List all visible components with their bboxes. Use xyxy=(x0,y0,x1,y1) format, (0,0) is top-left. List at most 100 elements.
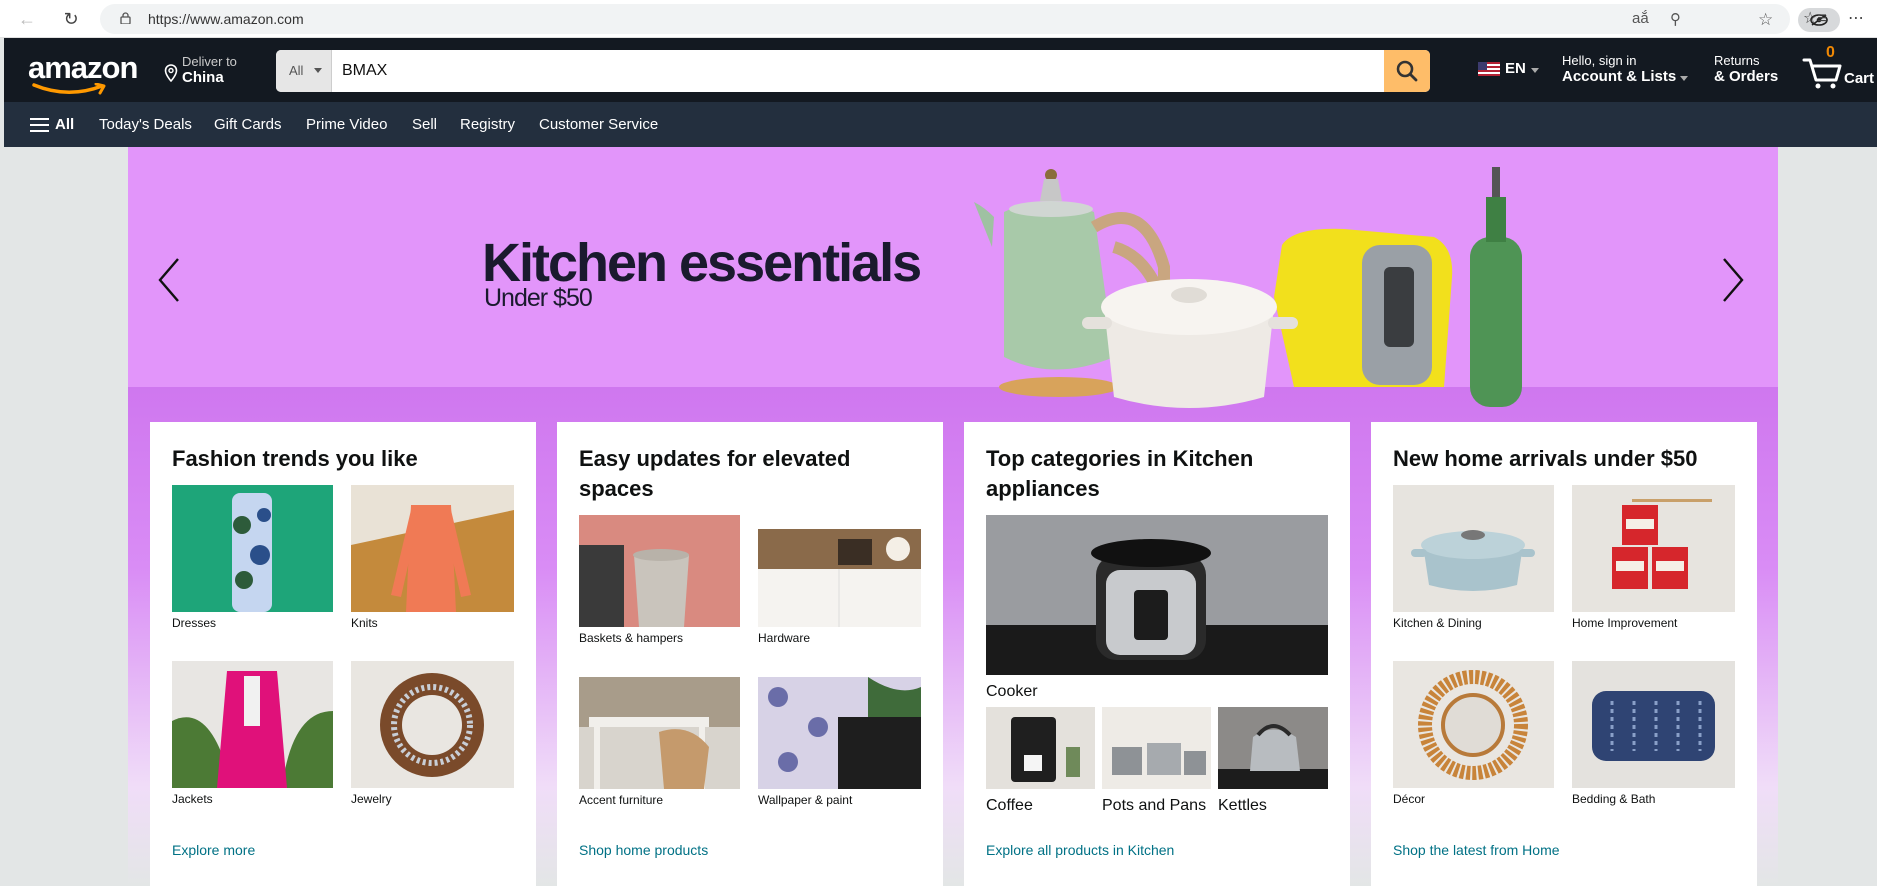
tile-label: Coffee xyxy=(986,797,1033,814)
url-text: https://www.amazon.com xyxy=(148,11,304,27)
card-new-home-arrivals: New home arrivals under $50 Kitchen & Di… xyxy=(1371,422,1757,886)
nav-link-registry[interactable]: Registry xyxy=(460,116,515,133)
tile-kitchen-dining[interactable]: Kitchen & Dining xyxy=(1393,485,1554,630)
nav-link-todays-deals[interactable]: Today's Deals xyxy=(99,116,192,133)
returns-orders[interactable]: Returns & Orders xyxy=(1714,53,1778,85)
card-title: New home arrivals under $50 xyxy=(1393,446,1698,471)
nav-link-gift-cards[interactable]: Gift Cards xyxy=(214,116,282,133)
deliver-label: Deliver to xyxy=(182,54,237,69)
card-title: Easy updates for elevated spaces xyxy=(579,446,851,501)
search-button[interactable] xyxy=(1384,50,1430,92)
card-title: Top categories in Kitchen appliances xyxy=(986,446,1254,501)
card-kitchen-appliances: Top categories in Kitchen appliances Coo… xyxy=(964,422,1350,886)
favorite-star-icon[interactable]: ☆ xyxy=(1758,10,1773,30)
hero-carousel[interactable]: Kitchen essentials Under $50 Fashion tre… xyxy=(128,147,1778,886)
shop-latest-home-link[interactable]: Shop the latest from Home xyxy=(1393,842,1560,858)
pots-image xyxy=(1102,707,1211,789)
tile-label: Cooker xyxy=(986,683,1038,700)
tile-hardware[interactable]: Hardware xyxy=(758,515,921,645)
search-icon xyxy=(1396,60,1418,82)
tile-label: Accent furniture xyxy=(579,793,664,807)
language-selector[interactable]: EN xyxy=(1478,60,1539,77)
tile-jackets[interactable]: Jackets xyxy=(172,661,333,806)
tile-label: Baskets & hampers xyxy=(579,631,684,645)
nav-link-prime-video[interactable]: Prime Video xyxy=(306,116,387,133)
pillow-image xyxy=(1572,661,1735,788)
cooker-image xyxy=(986,515,1328,675)
browser-toolbar: ← ↻ https://www.amazon.com aắ ⚲ ☆ ☆≡ ⋯ xyxy=(0,0,1877,38)
smile-arrow-icon xyxy=(32,83,106,95)
shop-home-products-link[interactable]: Shop home products xyxy=(579,842,708,858)
tile-baskets-hampers[interactable]: Baskets & hampers xyxy=(579,515,740,645)
tile-label: Kettles xyxy=(1218,797,1267,814)
hero-subtitle: Under $50 xyxy=(484,284,593,312)
tile-wallpaper-paint[interactable]: Wallpaper & paint xyxy=(758,677,921,807)
tile-label: Jewelry xyxy=(351,792,392,806)
dress-image xyxy=(172,485,333,612)
mirror-image xyxy=(1393,661,1554,788)
kitchen-products-image xyxy=(974,167,1522,408)
card-title: Fashion trends you like xyxy=(172,446,418,471)
location-pin-icon xyxy=(164,64,178,82)
account-lists[interactable]: Hello, sign in Account & Lists xyxy=(1562,53,1689,85)
nav-link-sell[interactable]: Sell xyxy=(412,116,437,133)
tile-jewelry[interactable]: Jewelry xyxy=(351,661,514,806)
more-menu-icon[interactable]: ⋯ xyxy=(1848,8,1864,28)
sub-navigation: All Today's Deals Gift Cards Prime Video… xyxy=(4,102,1877,147)
lock-icon xyxy=(120,12,131,24)
cart-icon xyxy=(1802,58,1842,89)
tile-coffee[interactable]: Coffee xyxy=(986,707,1095,815)
tile-bedding-bath[interactable]: Bedding & Bath xyxy=(1572,661,1735,806)
card-easy-updates: Easy updates for elevated spaces Baskets… xyxy=(557,422,943,886)
card-fashion-trends: Fashion trends you like Dresses Knits Ja… xyxy=(150,422,536,886)
tile-accent-furniture[interactable]: Accent furniture xyxy=(579,677,740,807)
nav-link-customer-service[interactable]: Customer Service xyxy=(539,116,658,133)
orders-label: & Orders xyxy=(1714,68,1779,85)
tile-cooker[interactable]: Cooker xyxy=(986,515,1328,701)
tile-label: Kitchen & Dining xyxy=(1393,616,1482,630)
logo-text: amazon xyxy=(28,50,138,85)
jewelry-image xyxy=(351,661,514,788)
explore-kitchen-link[interactable]: Explore all products in Kitchen xyxy=(986,842,1174,858)
site-header: amazon Deliver to China All EN Hello, si… xyxy=(4,38,1877,102)
back-icon[interactable]: ← xyxy=(14,6,40,32)
carousel-next-icon[interactable] xyxy=(1718,255,1748,305)
paint-cans-image xyxy=(1572,485,1735,612)
amazon-logo[interactable]: amazon xyxy=(28,50,138,95)
tile-knits[interactable]: Knits xyxy=(351,485,514,630)
deliver-location: China xyxy=(182,69,224,86)
dutch-oven-image xyxy=(1393,485,1554,612)
tile-dresses[interactable]: Dresses xyxy=(172,485,333,630)
tile-home-improvement[interactable]: Home Improvement xyxy=(1572,485,1735,630)
favorites-icon[interactable]: ☆≡ xyxy=(1803,8,1827,28)
carousel-prev-icon[interactable] xyxy=(154,255,184,305)
zoom-icon[interactable]: ⚲ xyxy=(1670,10,1681,28)
account-label: Account & Lists xyxy=(1562,68,1677,85)
basket-image xyxy=(579,515,740,627)
address-bar[interactable]: https://www.amazon.com aắ ⚲ ☆ xyxy=(100,4,1840,34)
tile-decor[interactable]: Décor xyxy=(1393,661,1554,806)
coffee-image xyxy=(986,707,1095,789)
all-menu-button[interactable]: All xyxy=(30,116,74,133)
us-flag-icon xyxy=(1478,61,1500,76)
search-category-dropdown[interactable]: All xyxy=(276,50,332,92)
cart-button[interactable]: 0 Cart xyxy=(1802,44,1877,96)
explore-more-link[interactable]: Explore more xyxy=(172,842,255,858)
read-aloud-icon[interactable]: aắ xyxy=(1632,10,1649,27)
reload-icon[interactable]: ↻ xyxy=(58,6,84,32)
tile-label: Home Improvement xyxy=(1572,616,1678,630)
hamburger-icon xyxy=(30,117,49,132)
chevron-down-icon xyxy=(1680,76,1689,81)
furniture-image xyxy=(579,677,740,789)
kettle-image xyxy=(1218,707,1328,789)
tile-label: Pots and Pans xyxy=(1102,797,1207,814)
tile-label: Décor xyxy=(1393,792,1426,806)
chevron-down-icon xyxy=(1530,68,1539,73)
tile-label: Jackets xyxy=(172,792,213,806)
all-menu-label: All xyxy=(55,116,75,133)
search-input[interactable] xyxy=(332,50,1378,92)
tile-label: Hardware xyxy=(758,631,811,645)
tile-pots-and-pans[interactable]: Pots and Pans xyxy=(1102,707,1211,815)
tile-kettles[interactable]: Kettles xyxy=(1218,707,1328,815)
returns-label: Returns xyxy=(1714,53,1760,68)
